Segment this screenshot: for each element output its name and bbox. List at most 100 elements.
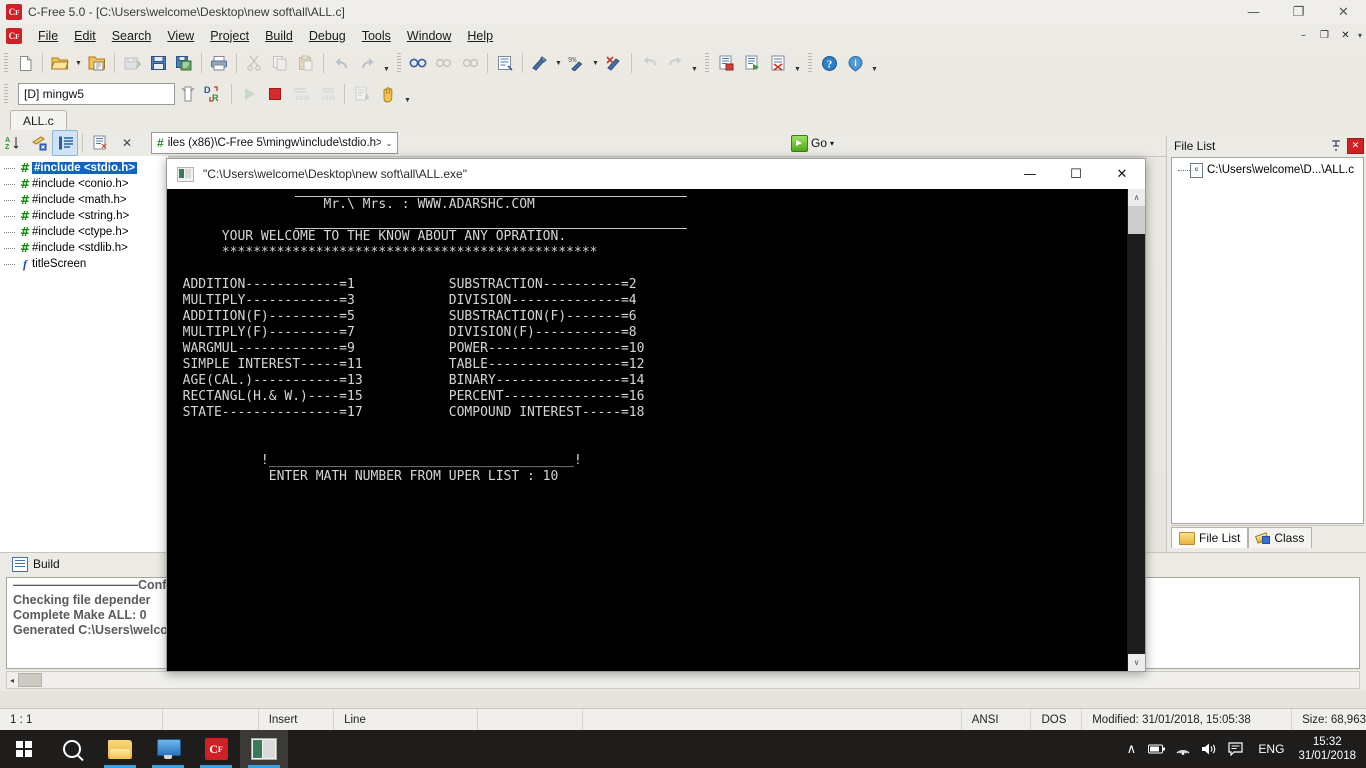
file-list-body[interactable]: c C:\Users\welcome\D...\ALL.c: [1171, 157, 1364, 524]
undo-redo-overflow-icon[interactable]: ▼: [380, 49, 393, 77]
taskbar-c-free[interactable]: CF: [192, 730, 240, 768]
scroll-up-icon[interactable]: ∧: [1128, 189, 1145, 206]
menu-debug[interactable]: Debug: [301, 27, 354, 45]
include-path-combo[interactable]: # iles (x86)\C-Free 5\mingw\include\stdi…: [151, 132, 398, 154]
tab-file-list[interactable]: File List: [1171, 527, 1249, 548]
save-all-button[interactable]: [119, 50, 145, 76]
open-file-dropdown-icon[interactable]: ▼: [73, 51, 84, 75]
new-file-button[interactable]: [12, 50, 38, 76]
symbol-tree-panel[interactable]: # #include <stdio.h> # #include <conio.h…: [0, 156, 169, 552]
taskbar-file-explorer[interactable]: [96, 730, 144, 768]
stop-build-button[interactable]: [765, 50, 791, 76]
clock[interactable]: 15:32 31/01/2018: [1294, 735, 1366, 763]
save-copy-button[interactable]: [171, 50, 197, 76]
language-indicator[interactable]: ENG: [1248, 742, 1294, 756]
build-run-dropdown-icon[interactable]: ▼: [590, 51, 601, 75]
menu-build[interactable]: Build: [257, 27, 301, 45]
open-project-button[interactable]: [84, 50, 110, 76]
build-hscrollbar[interactable]: ◂: [6, 671, 1360, 689]
navigate-overflow-icon[interactable]: ▼: [688, 49, 701, 77]
toolbar-grip[interactable]: [4, 53, 8, 73]
run-button[interactable]: [236, 81, 262, 107]
close-symbol-pane-icon[interactable]: ✕: [117, 133, 137, 153]
print-button[interactable]: [206, 50, 232, 76]
step-over-button[interactable]: 1010: [314, 81, 340, 107]
scroll-left-icon[interactable]: ◂: [7, 676, 17, 685]
debug-overflow-icon[interactable]: ▼: [401, 80, 414, 108]
scroll-thumb[interactable]: [18, 673, 43, 687]
tab-build[interactable]: Build: [8, 555, 68, 574]
undo-button[interactable]: [328, 50, 354, 76]
tab-all-c[interactable]: ALL.c: [10, 110, 67, 131]
console-minimize-button[interactable]: —: [1007, 159, 1053, 189]
build-run-button[interactable]: 9%: [564, 50, 590, 76]
pause-hand-button[interactable]: [375, 81, 401, 107]
symbol-list-button[interactable]: [52, 130, 78, 156]
mdi-app-icon[interactable]: CF: [6, 27, 22, 44]
build-dropdown-icon[interactable]: ▼: [553, 51, 564, 75]
battery-icon[interactable]: [1144, 730, 1170, 768]
console-screen[interactable]: Mr.\ Mrs. : WWW.ADARSHC.COM YOUR WELCOME…: [167, 189, 1127, 671]
maximize-button[interactable]: ❐: [1276, 0, 1321, 24]
file-list-item[interactable]: c C:\Users\welcome\D...\ALL.c: [1172, 162, 1363, 178]
tray-chevron-up-icon[interactable]: ∧: [1118, 730, 1144, 768]
watch-window-button[interactable]: [349, 81, 375, 107]
tree-item-conio[interactable]: # #include <conio.h>: [0, 176, 168, 192]
start-button[interactable]: [0, 730, 48, 768]
step-into-button[interactable]: 1010: [288, 81, 314, 107]
replace-button[interactable]: [492, 50, 518, 76]
class-view-button[interactable]: [26, 130, 52, 156]
tree-item-ctype[interactable]: # #include <ctype.h>: [0, 224, 168, 240]
sort-alphabetical-button[interactable]: AZ: [0, 130, 26, 156]
mdi-close-button[interactable]: ✕: [1336, 27, 1355, 44]
navigate-forward-button[interactable]: [662, 50, 688, 76]
compile-overflow-icon[interactable]: ▼: [791, 49, 804, 77]
search-button[interactable]: [48, 730, 96, 768]
help-overflow-icon[interactable]: ▼: [868, 49, 881, 77]
menu-help[interactable]: Help: [459, 27, 501, 45]
rebuild-button[interactable]: [601, 50, 627, 76]
paste-button[interactable]: [293, 50, 319, 76]
scroll-down-icon[interactable]: ∨: [1128, 654, 1145, 671]
redo-button[interactable]: [354, 50, 380, 76]
stop-button[interactable]: [262, 81, 288, 107]
menu-window[interactable]: Window: [399, 27, 459, 45]
tree-item-math[interactable]: # #include <math.h>: [0, 192, 168, 208]
toolbar-grip[interactable]: [705, 53, 709, 73]
volume-icon[interactable]: [1196, 730, 1222, 768]
build-button[interactable]: [527, 50, 553, 76]
debug-release-switch-button[interactable]: DR: [201, 81, 227, 107]
tree-item-stdio[interactable]: # #include <stdio.h>: [0, 160, 168, 176]
save-button[interactable]: [145, 50, 171, 76]
properties-button[interactable]: [87, 130, 113, 156]
menu-search[interactable]: Search: [104, 27, 160, 45]
pin-icon[interactable]: [1329, 139, 1343, 153]
menu-edit[interactable]: Edit: [66, 27, 104, 45]
go-button[interactable]: Go ▾: [788, 133, 837, 153]
console-maximize-button[interactable]: ☐: [1053, 159, 1099, 189]
mdi-restore-button[interactable]: ❐: [1315, 27, 1334, 44]
compiler-select[interactable]: [D] mingw5: [18, 83, 175, 105]
close-button[interactable]: ✕: [1321, 0, 1366, 24]
menu-tools[interactable]: Tools: [354, 27, 399, 45]
tree-item-stdlib[interactable]: # #include <stdlib.h>: [0, 240, 168, 256]
copy-button[interactable]: [267, 50, 293, 76]
toolbar-grip[interactable]: [4, 84, 8, 104]
go-dropdown-icon[interactable]: ▾: [830, 139, 834, 148]
cut-button[interactable]: [241, 50, 267, 76]
navigate-back-button[interactable]: [636, 50, 662, 76]
menu-file[interactable]: File: [30, 27, 66, 45]
chevron-down-icon[interactable]: ⌄: [381, 139, 397, 148]
find-prev-button[interactable]: [457, 50, 483, 76]
minimize-button[interactable]: —: [1231, 0, 1276, 24]
mdi-overflow-icon[interactable]: ▾: [1357, 31, 1362, 40]
open-file-button[interactable]: [47, 50, 73, 76]
configure-compiler-button[interactable]: [175, 81, 201, 107]
console-scrollbar[interactable]: ∧ ∨: [1127, 189, 1145, 671]
tab-class[interactable]: Class: [1248, 527, 1313, 548]
scroll-track[interactable]: [1128, 234, 1145, 654]
taskbar-visual-studio[interactable]: [144, 730, 192, 768]
toolbar-grip[interactable]: [808, 53, 812, 73]
menu-view[interactable]: View: [159, 27, 202, 45]
mdi-minimize-button[interactable]: –: [1294, 27, 1313, 44]
